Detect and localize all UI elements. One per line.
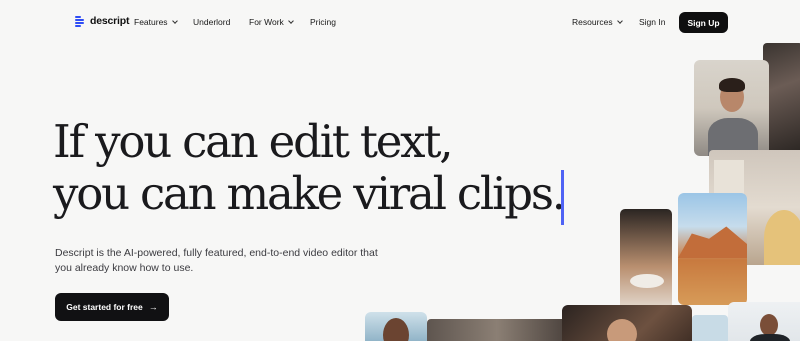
hero-headline: If you can edit text, you can make viral… (53, 115, 566, 220)
brown-scene-video-tile (562, 305, 692, 341)
headline-line-2: you can make viral clips. (53, 167, 566, 220)
sign-up-button[interactable]: Sign Up (679, 12, 728, 33)
get-started-label: Get started for free (66, 302, 143, 312)
nav-resources[interactable]: Resources (572, 17, 623, 27)
chevron-down-icon (171, 17, 178, 24)
suit-portrait-video-tile (728, 302, 800, 341)
nav-pricing[interactable]: Pricing (310, 17, 336, 27)
arrow-right-icon: → (148, 302, 158, 312)
sign-up-label: Sign Up (687, 17, 720, 28)
sign-in-link[interactable]: Sign In (639, 17, 665, 27)
desert-landscape-video-tile (678, 193, 747, 305)
nav-features-label: Features (134, 17, 168, 27)
video-strip-tile (427, 319, 567, 341)
nav-features[interactable]: Features (134, 17, 178, 27)
text-cursor-caret (561, 170, 564, 225)
sign-in-label: Sign In (639, 17, 666, 27)
chevron-down-icon (287, 17, 294, 24)
get-started-button[interactable]: Get started for free → (55, 293, 169, 321)
selfie-video-tile (694, 60, 769, 156)
logo-text: descript (90, 15, 130, 27)
man-portrait-video-tile (365, 312, 427, 341)
hero-subtitle: Descript is the AI-powered, fully featur… (55, 247, 378, 274)
blue-video-tile (692, 315, 728, 341)
nav-for-work[interactable]: For Work (249, 17, 294, 27)
nav-resources-label: Resources (572, 17, 613, 27)
food-video-tile (620, 209, 672, 314)
nav-pricing-label: Pricing (310, 17, 336, 27)
descript-logo[interactable]: descript (75, 15, 129, 27)
descript-logo-icon (75, 15, 85, 27)
chevron-down-icon (616, 17, 623, 24)
nav-underlord-label: Underlord (193, 17, 231, 27)
top-navigation: descript Features Underlord For Work Pri… (0, 0, 800, 44)
nav-for-work-label: For Work (249, 17, 284, 27)
headline-line-1: If you can edit text, (53, 115, 454, 168)
nav-underlord[interactable]: Underlord (193, 17, 230, 27)
